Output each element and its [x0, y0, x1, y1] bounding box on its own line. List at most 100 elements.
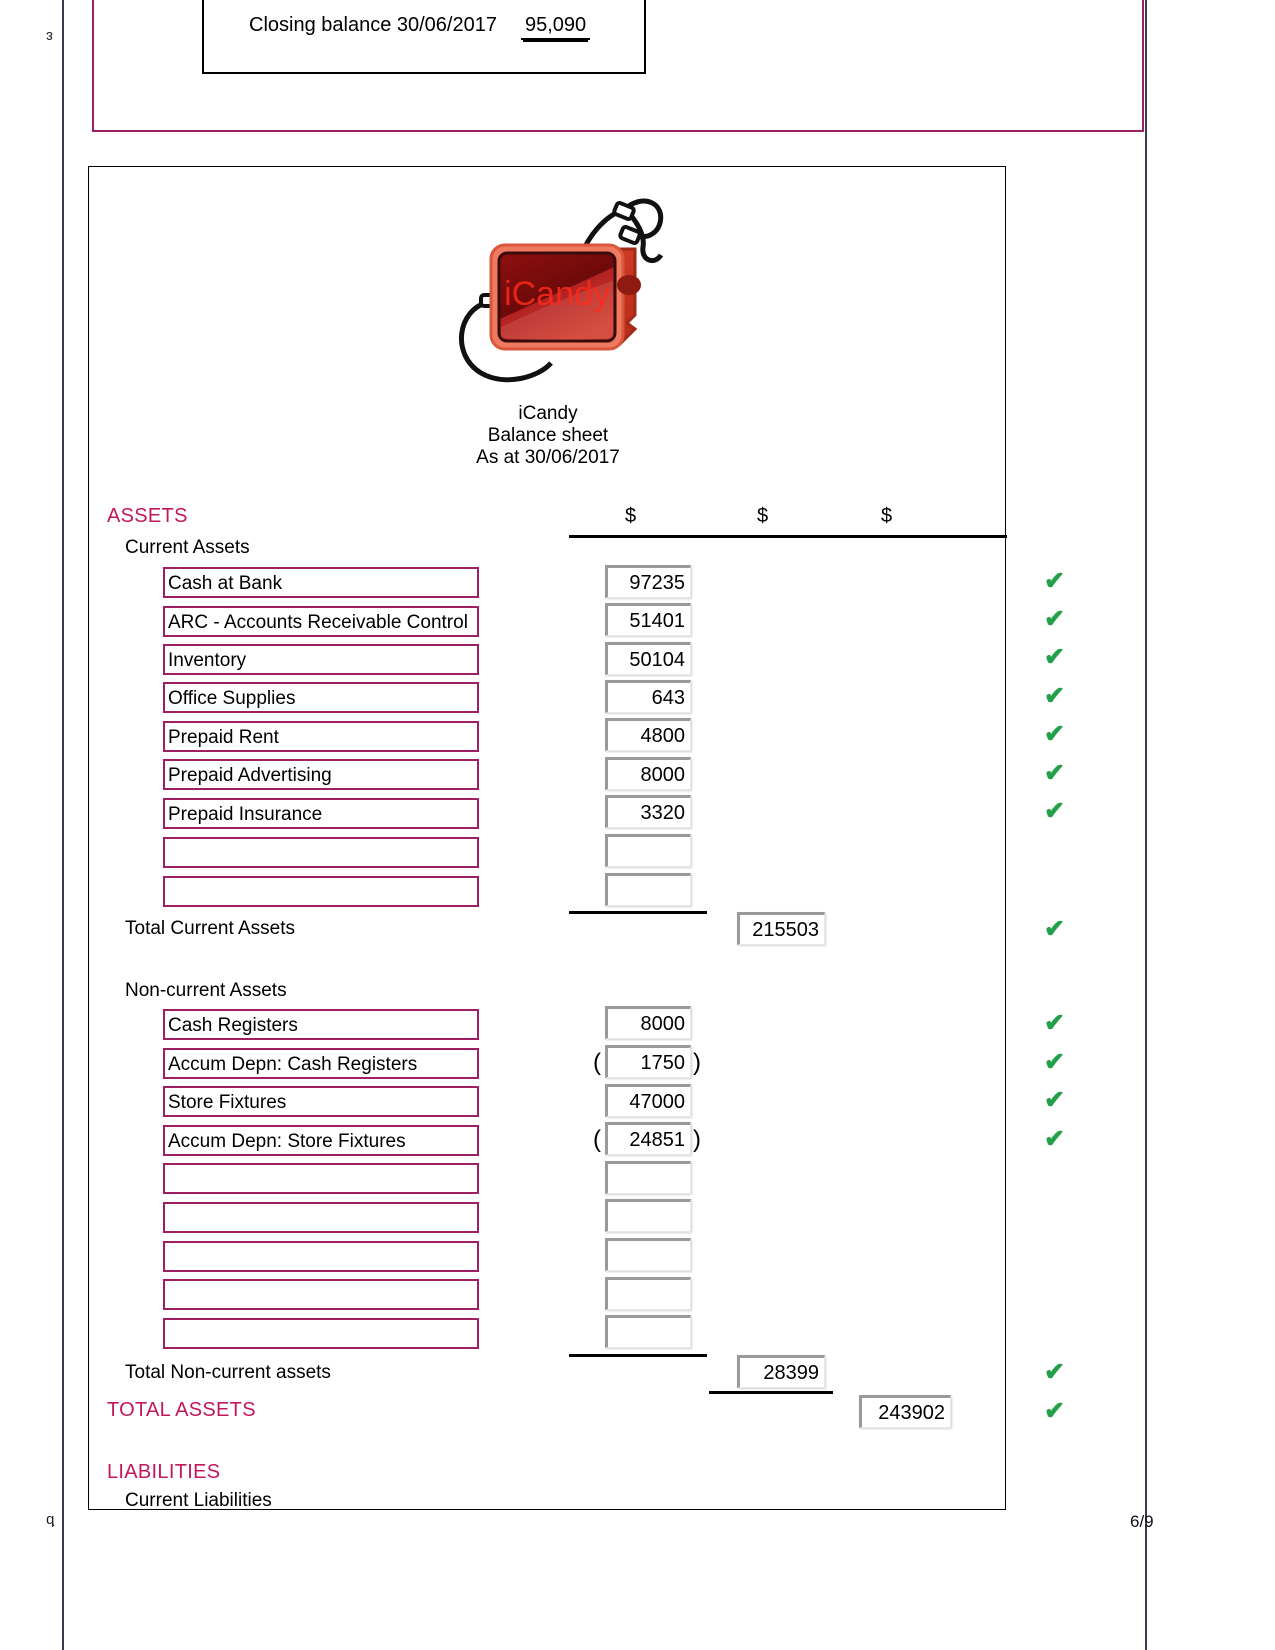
open-paren: ( — [593, 1049, 601, 1076]
account-label-box[interactable] — [163, 1279, 479, 1310]
account-value-box[interactable]: 50104 — [605, 642, 691, 675]
account-label-box[interactable] — [163, 1241, 479, 1272]
non-current-assets-subtotal-rule — [569, 1354, 707, 1357]
total-current-assets-value[interactable]: 215503 — [737, 912, 825, 945]
account-value-box[interactable] — [605, 1277, 691, 1310]
closing-balance-label: Closing balance 30/06/2017 — [249, 14, 497, 36]
account-value-box[interactable] — [605, 1315, 691, 1348]
current-liabilities-heading: Current Liabilities — [125, 1490, 272, 1511]
liabilities-heading: LIABILITIES — [107, 1461, 221, 1483]
currency-symbol-col3: $ — [881, 505, 893, 527]
account-value-text: 24851 — [629, 1129, 685, 1151]
account-value-box[interactable] — [605, 834, 691, 867]
account-label-box[interactable] — [163, 876, 479, 907]
scan-guide-line-left — [62, 0, 64, 1650]
account-label-box[interactable]: Accum Depn: Store Fixtures — [163, 1125, 479, 1156]
statement-name: Balance sheet — [487, 425, 609, 446]
account-value-box[interactable]: 4800 — [605, 718, 691, 751]
account-label-text: Cash Registers — [168, 1015, 298, 1036]
account-label-box[interactable]: Store Fixtures — [163, 1086, 479, 1117]
total-assets-rule — [709, 1391, 833, 1394]
company-name: iCandy — [518, 403, 578, 424]
account-value-box[interactable]: 24851 — [605, 1122, 691, 1155]
account-label-text: Prepaid Insurance — [168, 804, 323, 825]
account-label-box[interactable]: Prepaid Insurance — [163, 798, 479, 829]
check-icon: ✔ — [1044, 759, 1065, 787]
account-value-box[interactable] — [605, 873, 691, 906]
account-value-text: 97235 — [629, 572, 685, 594]
account-value-box[interactable]: 3320 — [605, 795, 691, 828]
account-value-box[interactable]: 97235 — [605, 565, 691, 598]
account-value-text: 215503 — [752, 919, 819, 941]
account-label-box[interactable]: Prepaid Advertising — [163, 759, 479, 790]
account-label-box[interactable]: Office Supplies — [163, 682, 479, 713]
account-label-box[interactable] — [163, 1202, 479, 1233]
account-value-box[interactable]: 51401 — [605, 603, 691, 636]
statement-title-block: iCandy Balance sheet As at 30/06/2017 — [89, 403, 1007, 469]
current-assets-subtotal-rule — [569, 911, 707, 914]
check-icon: ✔ — [1044, 1125, 1065, 1153]
account-value-text: 51401 — [629, 610, 685, 632]
current-assets-heading: Current Assets — [125, 537, 250, 558]
closing-balance-amount: 95,090 — [520, 14, 591, 40]
check-icon: ✔ — [1044, 797, 1065, 825]
total-non-current-assets-label: Total Non-current assets — [125, 1362, 331, 1383]
account-label-text: Accum Depn: Store Fixtures — [168, 1131, 406, 1152]
account-label-box[interactable]: ARC - Accounts Receivable Control — [163, 606, 479, 637]
account-value-text: 8000 — [640, 764, 686, 786]
check-icon: ✔ — [1044, 643, 1065, 671]
currency-symbol-col2: $ — [757, 505, 769, 527]
account-value-box[interactable]: 643 — [605, 680, 691, 713]
account-value-text: 3320 — [640, 802, 686, 824]
account-label-box[interactable] — [163, 1163, 479, 1194]
scan-guide-line-right — [1145, 0, 1147, 1650]
header-divider — [569, 535, 1007, 538]
open-paren: ( — [593, 1126, 601, 1153]
account-label-text: Prepaid Rent — [168, 727, 279, 748]
margin-mark-bottom: ƅ — [46, 1512, 55, 1529]
account-value-box[interactable]: 8000 — [605, 1006, 691, 1039]
non-current-assets-heading: Non-current Assets — [125, 980, 287, 1001]
account-label-box[interactable]: Inventory — [163, 644, 479, 675]
mp3-player-icon: iCandy — [458, 198, 664, 383]
account-label-text: ARC - Accounts Receivable Control — [168, 612, 468, 633]
account-value-text: 50104 — [629, 649, 685, 671]
margin-mark-top: ɛ — [46, 28, 53, 45]
account-value-box[interactable] — [605, 1238, 691, 1271]
account-value-box[interactable]: 1750 — [605, 1045, 691, 1078]
account-label-box[interactable] — [163, 1318, 479, 1349]
check-icon: ✔ — [1044, 915, 1065, 943]
statement-date: As at 30/06/2017 — [476, 447, 620, 468]
account-label-text: Store Fixtures — [168, 1092, 287, 1113]
close-paren: ) — [693, 1049, 701, 1076]
check-icon: ✔ — [1044, 682, 1065, 710]
page-number: 6/9 — [1130, 1512, 1154, 1531]
account-label-box[interactable]: Cash at Bank — [163, 567, 479, 598]
account-value-box[interactable]: 8000 — [605, 757, 691, 790]
balance-sheet-frame: iCandy iCandy Balance sheet As at 30/06/… — [88, 166, 1065, 1511]
account-label-box[interactable]: Cash Registers — [163, 1009, 479, 1040]
account-value-text: 47000 — [629, 1091, 685, 1113]
closing-balance-row: Closing balance 30/06/2017 95,090 — [249, 14, 591, 40]
account-value-box[interactable] — [605, 1199, 691, 1232]
account-value-text: 28399 — [763, 1362, 819, 1384]
check-icon: ✔ — [1044, 605, 1065, 633]
check-icon: ✔ — [1044, 567, 1065, 595]
check-icon: ✔ — [1044, 1086, 1065, 1114]
account-label-box[interactable]: Accum Depn: Cash Registers — [163, 1048, 479, 1079]
total-non-current-assets-value[interactable]: 28399 — [737, 1355, 825, 1388]
account-value-text: 8000 — [640, 1013, 686, 1035]
account-label-box[interactable]: Prepaid Rent — [163, 721, 479, 752]
account-label-box[interactable] — [163, 837, 479, 868]
account-value-box[interactable] — [605, 1161, 691, 1194]
account-label-text: Cash at Bank — [168, 573, 283, 594]
total-assets-value[interactable]: 243902 — [859, 1395, 951, 1428]
check-icon: ✔ — [1044, 720, 1065, 748]
account-label-text: Office Supplies — [168, 688, 296, 709]
icandy-logo: iCandy — [429, 177, 669, 392]
account-value-box[interactable]: 47000 — [605, 1084, 691, 1117]
check-icon: ✔ — [1044, 1048, 1065, 1076]
account-label-text: Inventory — [168, 650, 247, 671]
account-value-text: 4800 — [640, 725, 686, 747]
account-label-text: Accum Depn: Cash Registers — [168, 1054, 418, 1075]
